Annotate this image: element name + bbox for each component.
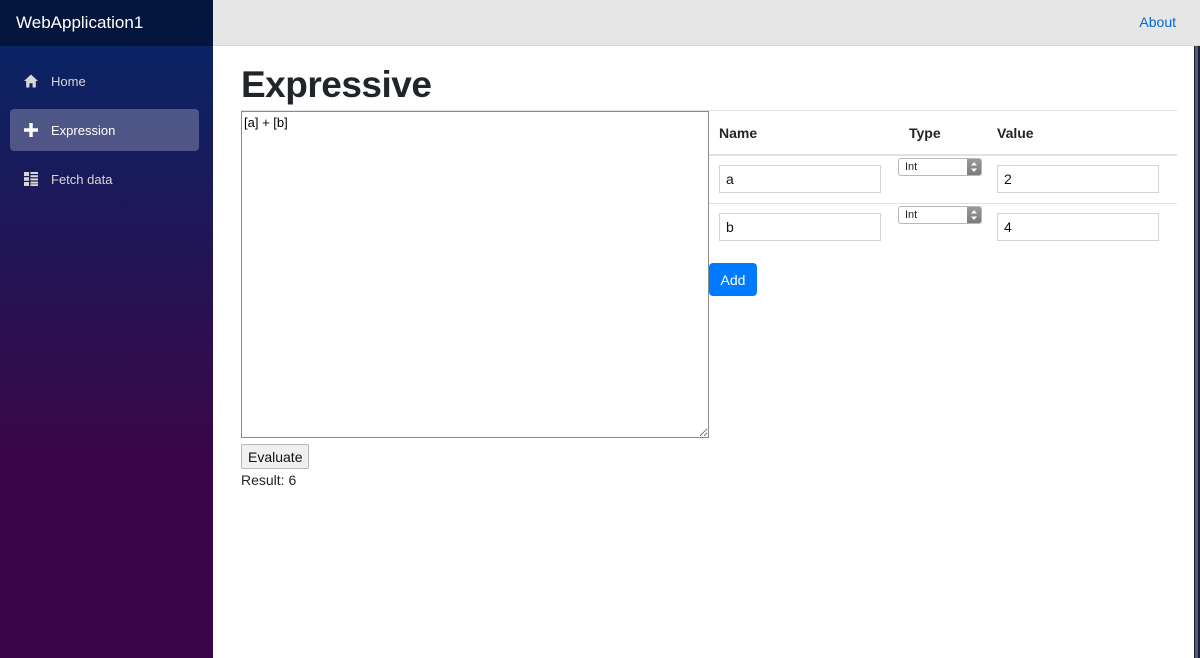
sidebar: WebApplication1 Home Expression Fetch da… [0, 0, 213, 658]
result-line: Result: 6 [241, 472, 296, 488]
column-header-type: Type [909, 125, 941, 141]
variable-name-input[interactable] [719, 165, 881, 193]
select-value: Int [905, 209, 918, 221]
evaluate-button[interactable]: Evaluate [241, 444, 310, 469]
sidebar-item-fetch-data[interactable]: Fetch data [10, 158, 199, 200]
select-value: Int [905, 161, 918, 173]
table-row: Int [709, 156, 1177, 204]
sidebar-item-label: Home [51, 73, 86, 89]
column-header-name: Name [719, 125, 758, 141]
window-edge [1194, 46, 1200, 658]
scrollbar[interactable] [1195, 46, 1198, 658]
sidebar-item-expression[interactable]: Expression [10, 109, 199, 151]
add-variable-button[interactable]: Add [709, 263, 757, 296]
variable-type-select[interactable]: Int [898, 206, 982, 224]
expression-textarea[interactable]: [a] + [b] [241, 111, 709, 438]
plus-icon [22, 121, 40, 139]
about-link[interactable]: About [1139, 14, 1176, 30]
variable-value-input[interactable] [997, 165, 1159, 193]
select-arrows-icon [967, 159, 981, 175]
table-row: Int [709, 204, 1177, 251]
select-arrows-icon [967, 207, 981, 223]
variable-type-select[interactable]: Int [898, 158, 982, 176]
sidebar-item-home[interactable]: Home [10, 60, 199, 102]
sidebar-item-label: Fetch data [51, 171, 113, 187]
table-header: Name Type Value [709, 111, 1177, 156]
variables-table: Name Type Value Int Int Ad [709, 111, 1177, 296]
nav-menu: Home Expression Fetch data [0, 46, 213, 200]
variable-value-input[interactable] [997, 213, 1159, 241]
sidebar-item-label: Expression [51, 122, 116, 138]
variable-name-input[interactable] [719, 213, 881, 241]
result-value: 6 [288, 472, 297, 488]
column-header-value: Value [997, 125, 1034, 141]
app-title[interactable]: WebApplication1 [0, 0, 213, 46]
top-row: About [213, 0, 1200, 46]
main-content: Expressive [a] + [b] Evaluate Result: 6 … [213, 46, 1200, 658]
list-icon [22, 170, 40, 188]
home-icon [22, 72, 40, 90]
page-title: Expressive [241, 64, 432, 105]
result-label: Result: [241, 472, 285, 488]
